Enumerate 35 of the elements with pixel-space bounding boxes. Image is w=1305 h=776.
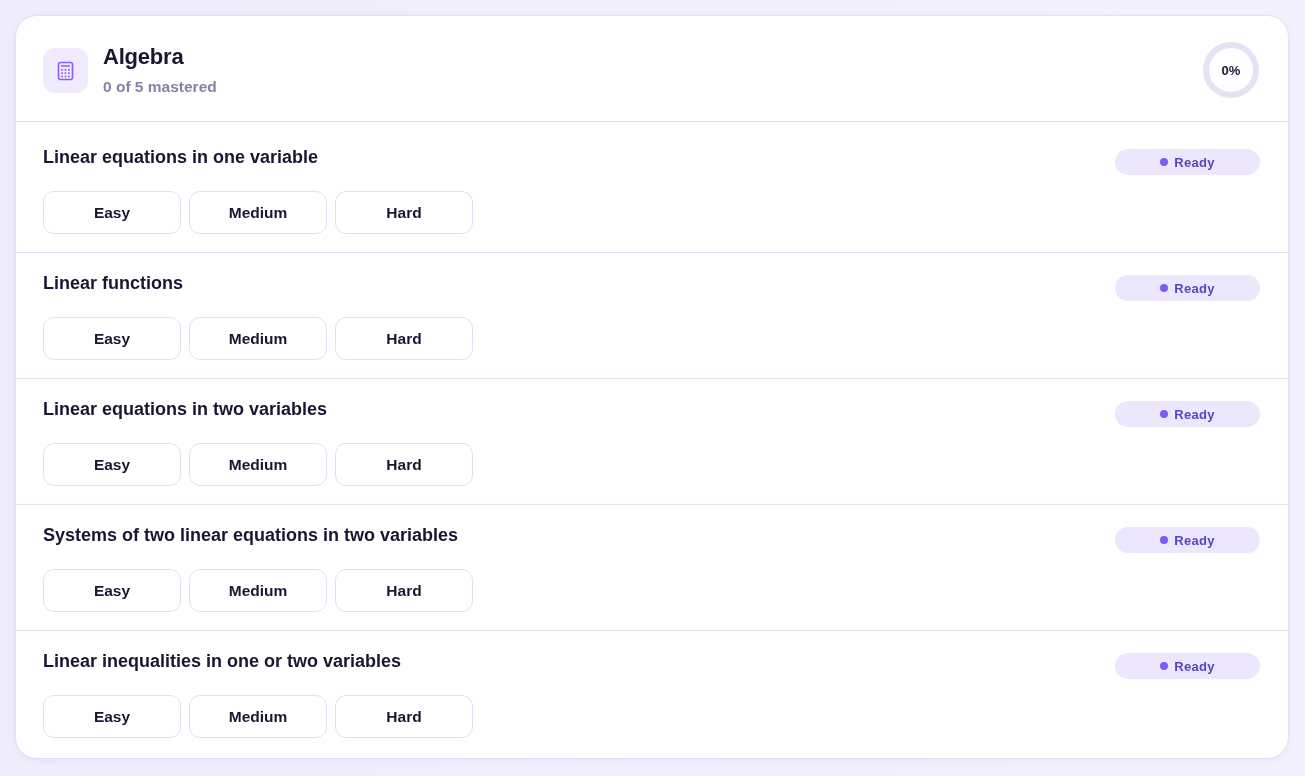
difficulty-button[interactable]: Medium (189, 695, 327, 738)
difficulty-button[interactable]: Medium (189, 317, 327, 360)
subject-title: Algebra (103, 44, 185, 69)
status-dot-icon (1160, 410, 1169, 418)
topic-title: Linear functions (43, 272, 184, 294)
status-dot-icon (1160, 662, 1169, 670)
difficulty-button[interactable]: Hard (335, 191, 473, 234)
difficulty-button[interactable]: Medium (189, 191, 327, 234)
topic-title: Linear inequalities in one or two variables (43, 650, 403, 672)
progress-percent: 0% (1221, 62, 1241, 78)
difficulty-button[interactable]: Medium (189, 569, 327, 612)
difficulty-button[interactable]: Medium (189, 443, 327, 486)
difficulty-button[interactable]: Easy (43, 695, 181, 738)
difficulty-button[interactable]: Easy (43, 443, 181, 486)
status-label: Ready (1174, 406, 1215, 422)
calculator-icon (43, 47, 88, 93)
difficulty-button[interactable]: Hard (335, 569, 473, 612)
status-label: Ready (1174, 658, 1215, 674)
status-label: Ready (1174, 280, 1215, 296)
difficulty-button[interactable]: Hard (335, 443, 473, 486)
mastery-count: 0 of 5 mastered (103, 78, 218, 96)
status-label: Ready (1174, 532, 1215, 548)
status-dot-icon (1160, 284, 1169, 292)
difficulty-button[interactable]: Easy (43, 317, 181, 360)
difficulty-button[interactable]: Hard (335, 695, 473, 738)
topic-title: Linear equations in two variables (43, 398, 329, 420)
status-dot-icon (1160, 536, 1169, 544)
progress-ring (1203, 42, 1259, 98)
status-dot-icon (1160, 158, 1169, 166)
topic-title: Systems of two linear equations in two variables (43, 524, 460, 546)
difficulty-button[interactable]: Hard (335, 317, 473, 360)
difficulty-button[interactable]: Easy (43, 191, 181, 234)
difficulty-button[interactable]: Easy (43, 569, 181, 612)
status-label: Ready (1174, 154, 1215, 170)
topic-title: Linear equations in one variable (43, 146, 320, 168)
